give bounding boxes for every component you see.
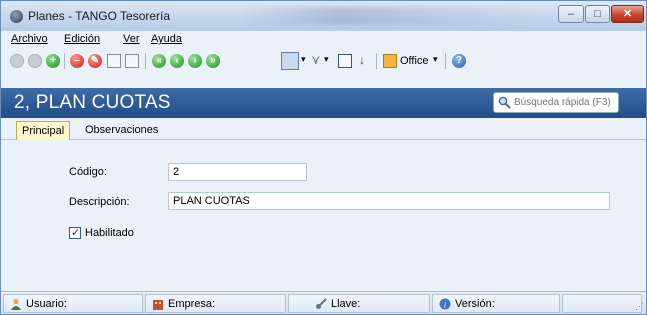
toolbar-separator — [376, 53, 377, 69]
help-icon[interactable]: ? — [452, 54, 466, 68]
office-button[interactable]: Office — [400, 55, 429, 67]
app-icon — [10, 10, 23, 23]
cancel-icon[interactable] — [28, 54, 42, 68]
previous-icon[interactable]: ‹ — [170, 54, 184, 68]
info-icon: i — [439, 298, 451, 310]
close-button[interactable]: ✕ — [611, 5, 644, 23]
maximize-button[interactable]: □ — [585, 5, 610, 23]
next-icon[interactable]: › — [188, 54, 202, 68]
checkmark-icon: ✓ — [71, 227, 81, 239]
record-header: 2, PLAN CUOTAS — [1, 88, 646, 118]
company-icon — [153, 300, 163, 310]
habilitado-checkbox[interactable]: ✓ — [69, 227, 81, 239]
codigo-label: Código: — [69, 166, 107, 178]
menu-archivo[interactable]: Archivo — [11, 33, 48, 45]
toolbar-separator — [64, 53, 65, 69]
menu-bar: Archivo Edición Ver Ayuda — [1, 31, 646, 49]
blurred-background-region — [241, 7, 541, 25]
filter-icon[interactable]: ⋎ — [311, 52, 321, 68]
descripcion-field[interactable] — [168, 192, 610, 210]
window-title: Planes - TANGO Tesorería — [28, 9, 171, 23]
toolbar-separator — [445, 53, 446, 69]
tab-strip: Principal Observaciones — [1, 118, 646, 140]
user-icon — [11, 298, 21, 310]
status-empresa: Empresa: — [145, 294, 286, 313]
sort-icon[interactable]: ↓ — [359, 53, 365, 67]
export-icon[interactable] — [125, 54, 139, 68]
filter-dropdown-icon[interactable]: ▾ — [324, 54, 329, 65]
minimize-button[interactable]: – — [558, 5, 584, 23]
dropdown-arrow-icon[interactable]: ▾ — [301, 54, 306, 65]
edit-icon[interactable]: ✎ — [88, 54, 102, 68]
application-window: Planes - TANGO Tesorería – □ ✕ Archivo E… — [0, 0, 647, 315]
check-icon[interactable] — [10, 54, 24, 68]
menu-ayuda[interactable]: Ayuda — [151, 33, 182, 45]
search-input[interactable] — [514, 95, 618, 110]
office-icon[interactable] — [383, 54, 397, 68]
svg-text:i: i — [444, 301, 446, 310]
toolbar: + – ✎ « ‹ › » ▾ ⋎ ▾ ↓ Office ▾ ? — [1, 49, 646, 73]
menu-ver[interactable]: Ver — [123, 33, 140, 45]
status-usuario: Usuario: — [3, 294, 143, 313]
add-icon[interactable]: + — [46, 54, 60, 68]
quick-search[interactable] — [493, 92, 619, 113]
import-icon[interactable] — [107, 54, 121, 68]
search-icon — [498, 96, 511, 109]
columns-icon[interactable] — [338, 54, 352, 68]
office-dropdown-icon[interactable]: ▾ — [433, 54, 438, 65]
habilitado-label[interactable]: Habilitado — [85, 227, 134, 239]
view-icon[interactable] — [281, 52, 299, 70]
tab-observaciones[interactable]: Observaciones — [80, 121, 163, 140]
resize-grip-icon[interactable]: ⋰ — [635, 301, 644, 312]
status-llave: Llave: — [288, 294, 430, 313]
toolbar-separator — [145, 53, 146, 69]
last-icon[interactable]: » — [206, 54, 220, 68]
first-icon[interactable]: « — [152, 54, 166, 68]
menu-edicion[interactable]: Edición — [64, 33, 100, 45]
codigo-field[interactable] — [168, 163, 307, 181]
status-version: i Versión: — [432, 294, 560, 313]
descripcion-label: Descripción: — [69, 196, 130, 208]
title-bar[interactable]: Planes - TANGO Tesorería – □ ✕ — [1, 1, 646, 31]
page-title: 2, PLAN CUOTAS — [14, 92, 171, 113]
tab-principal[interactable]: Principal — [16, 121, 71, 140]
key-icon — [316, 298, 327, 309]
delete-icon[interactable]: – — [70, 54, 84, 68]
form-panel: Código: Descripción: ✓ Habilitado — [1, 140, 646, 291]
status-bar: Usuario: Empresa: Llave: i Versión: ⋰ — [1, 291, 646, 314]
status-empty-panel — [562, 294, 642, 313]
